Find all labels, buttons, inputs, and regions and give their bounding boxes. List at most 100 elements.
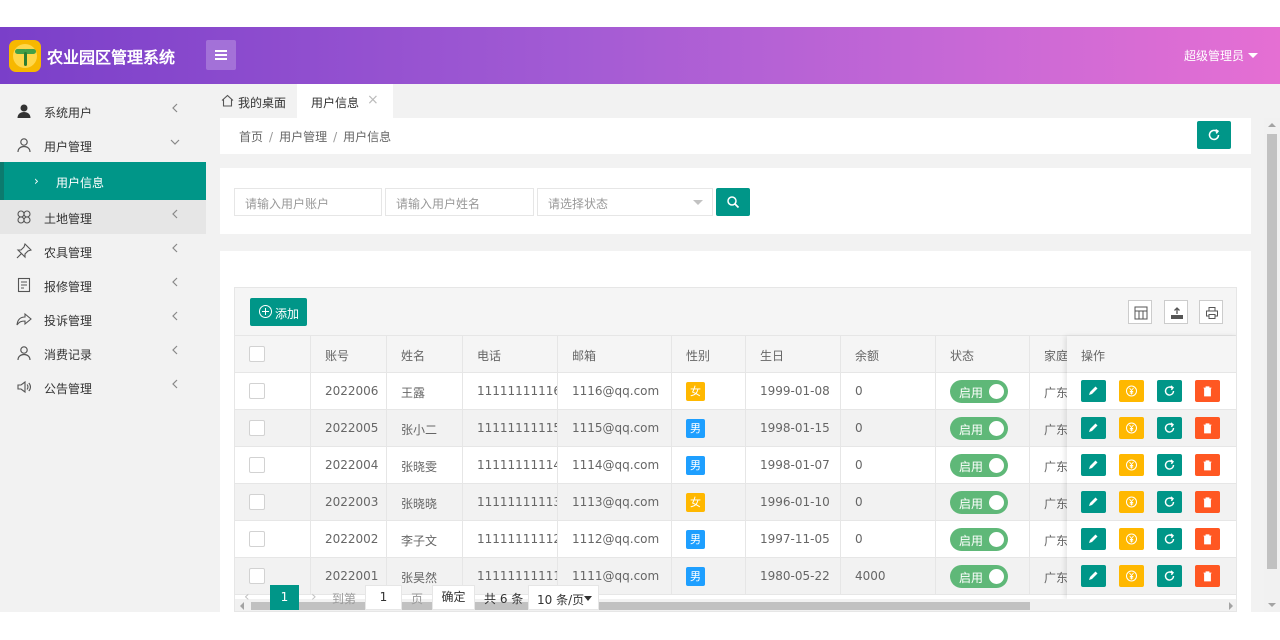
row-checkbox[interactable] xyxy=(249,420,265,436)
row-checkbox[interactable] xyxy=(249,457,265,473)
recharge-button[interactable] xyxy=(1119,417,1144,439)
scroll-right-arrow-icon[interactable] xyxy=(1229,602,1233,610)
sidebar-item-tool-management[interactable]: 农具管理 xyxy=(0,234,206,268)
status-toggle[interactable]: 启用 xyxy=(950,565,1008,588)
vertical-scrollbar[interactable] xyxy=(1264,118,1280,612)
tab-user-info[interactable]: 用户信息 × xyxy=(297,84,393,118)
search-button[interactable] xyxy=(716,188,750,216)
sidebar: 系统用户 用户管理 › 用户信息 土地管理 农具管理 报修管理 投诉管理 消费记… xyxy=(0,84,206,612)
page-number-input[interactable]: 1 xyxy=(365,585,402,610)
breadcrumb-level1[interactable]: 用户管理 xyxy=(279,130,327,144)
sidebar-item-consumption-records[interactable]: 消费记录 xyxy=(0,336,206,370)
sidebar-item-notice-management[interactable]: 公告管理 xyxy=(0,370,206,404)
menu-toggle-button[interactable] xyxy=(206,40,236,70)
row-checkbox[interactable] xyxy=(249,383,265,399)
chevron-down-icon xyxy=(170,139,180,145)
toggle-knob xyxy=(989,569,1004,584)
recharge-button[interactable] xyxy=(1119,565,1144,587)
prev-page-button[interactable]: ‹ xyxy=(244,589,250,605)
next-page-button[interactable]: › xyxy=(311,589,317,605)
edit-button[interactable] xyxy=(1081,380,1106,402)
reset-button[interactable] xyxy=(1157,454,1182,476)
main-content: 首页 / 用户管理 / 用户信息 请输入用户账户 请输入用户姓名 请选择状态 添… xyxy=(220,118,1251,612)
sidebar-item-complaint-management[interactable]: 投诉管理 xyxy=(0,302,206,336)
delete-button[interactable] xyxy=(1195,528,1220,550)
delete-button[interactable] xyxy=(1195,380,1220,402)
cell-value: 李子文 xyxy=(401,534,438,548)
sidebar-item-system-users[interactable]: 系统用户 xyxy=(0,94,206,128)
account-search-input[interactable]: 请输入用户账户 xyxy=(234,188,382,216)
sidebar-item-land-management[interactable]: 土地管理 xyxy=(0,200,206,234)
scroll-up-arrow-icon[interactable] xyxy=(1268,123,1276,127)
edit-button[interactable] xyxy=(1081,454,1106,476)
row-checkbox-cell xyxy=(235,447,311,483)
row-checkbox[interactable] xyxy=(249,568,265,584)
reset-button[interactable] xyxy=(1157,491,1182,513)
column-header[interactable]: 状态 xyxy=(936,336,1030,372)
delete-button[interactable] xyxy=(1195,565,1220,587)
delete-button[interactable] xyxy=(1195,491,1220,513)
column-header[interactable]: 姓名 xyxy=(387,336,463,372)
column-header[interactable]: 生日 xyxy=(746,336,841,372)
column-header[interactable]: 邮箱 xyxy=(558,336,672,372)
breadcrumb-home[interactable]: 首页 xyxy=(239,130,263,144)
breadcrumb: 首页 / 用户管理 / 用户信息 xyxy=(239,128,391,145)
column-header[interactable]: 电话 xyxy=(463,336,558,372)
cell-email: 1116@qq.com xyxy=(558,373,672,409)
row-checkbox[interactable] xyxy=(249,531,265,547)
cell-phone: 11111111113 xyxy=(463,484,558,520)
export-button[interactable] xyxy=(1164,300,1188,324)
status-toggle[interactable]: 启用 xyxy=(950,380,1008,403)
scroll-down-arrow-icon[interactable] xyxy=(1268,603,1276,607)
sidebar-item-user-info[interactable]: › 用户信息 xyxy=(0,162,206,200)
delete-button[interactable] xyxy=(1195,454,1220,476)
print-button[interactable] xyxy=(1199,300,1223,324)
cell-status: 启用 xyxy=(936,410,1030,446)
recharge-button[interactable] xyxy=(1119,454,1144,476)
edit-button[interactable] xyxy=(1081,417,1106,439)
confirm-page-button[interactable]: 确定 xyxy=(432,585,475,610)
cell-status: 启用 xyxy=(936,373,1030,409)
reset-button[interactable] xyxy=(1157,528,1182,550)
cell-value: 1998-01-15 xyxy=(760,421,830,435)
column-filter-button[interactable] xyxy=(1128,300,1152,324)
status-toggle[interactable]: 启用 xyxy=(950,417,1008,440)
sidebar-item-label: 土地管理 xyxy=(44,212,93,226)
delete-button[interactable] xyxy=(1195,417,1220,439)
recharge-button[interactable] xyxy=(1119,380,1144,402)
recharge-button[interactable] xyxy=(1119,528,1144,550)
reset-button[interactable] xyxy=(1157,565,1182,587)
close-icon[interactable]: × xyxy=(367,92,379,108)
column-header[interactable]: 性别 xyxy=(672,336,746,372)
refresh-button[interactable] xyxy=(1197,121,1231,149)
cell-birthday: 1999-01-08 xyxy=(746,373,841,409)
row-checkbox[interactable] xyxy=(249,494,265,510)
cell-account: 2022004 xyxy=(311,447,387,483)
scrollbar-thumb[interactable] xyxy=(1267,134,1277,569)
column-header[interactable]: 余额 xyxy=(841,336,936,372)
status-toggle[interactable]: 启用 xyxy=(950,528,1008,551)
recharge-button[interactable] xyxy=(1119,491,1144,513)
status-toggle[interactable]: 启用 xyxy=(950,491,1008,514)
reset-button[interactable] xyxy=(1157,380,1182,402)
sidebar-item-repair-management[interactable]: 报修管理 xyxy=(0,268,206,302)
sidebar-item-label: 系统用户 xyxy=(44,106,93,120)
edit-button[interactable] xyxy=(1081,528,1106,550)
select-all-checkbox[interactable] xyxy=(249,346,265,362)
page-1-button[interactable]: 1 xyxy=(270,585,299,610)
column-header[interactable]: 账号 xyxy=(311,336,387,372)
reset-button[interactable] xyxy=(1157,417,1182,439)
add-user-button[interactable]: 添加 xyxy=(250,298,307,326)
status-select[interactable]: 请选择状态 xyxy=(537,188,713,216)
chevron-left-icon xyxy=(172,345,178,355)
tab-home[interactable]: 我的桌面 xyxy=(213,84,297,118)
top-header: 农业园区管理系统 超级管理员 xyxy=(0,27,1280,84)
speaker-icon xyxy=(17,380,31,394)
user-menu[interactable]: 超级管理员 xyxy=(1184,47,1258,64)
sidebar-item-user-management[interactable]: 用户管理 xyxy=(0,128,206,162)
page-size-select[interactable]: 10 条/页 xyxy=(528,585,599,610)
name-search-input[interactable]: 请输入用户姓名 xyxy=(385,188,534,216)
edit-button[interactable] xyxy=(1081,491,1106,513)
status-toggle[interactable]: 启用 xyxy=(950,454,1008,477)
edit-button[interactable] xyxy=(1081,565,1106,587)
